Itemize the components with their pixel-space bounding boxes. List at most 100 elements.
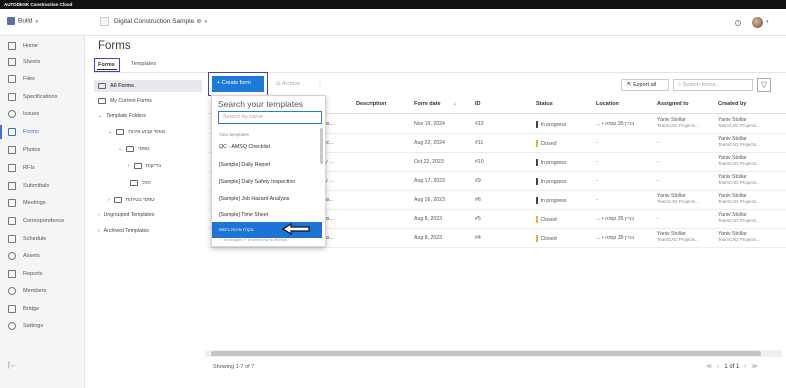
sidebar-item-label: Files — [23, 76, 35, 82]
column-header-form-date[interactable]: Form date ↓ — [414, 101, 456, 107]
archive-button[interactable]: ⊟ Archive — [276, 81, 300, 87]
column-header-id[interactable]: ID — [475, 101, 481, 107]
template-search-input[interactable]: Search by name — [218, 111, 322, 124]
tree-folder[interactable]: ⌄ טפסי קבוע איכות — [108, 129, 165, 135]
tree-folder[interactable]: › טפסי בטיחות — [108, 197, 155, 203]
scrollbar-thumb[interactable] — [211, 351, 761, 356]
form-id-cell: #10 — [475, 159, 484, 165]
creator-company: TeamCAD Projects... — [718, 142, 760, 147]
column-header-status[interactable]: Status — [536, 101, 553, 107]
status-indicator — [536, 197, 538, 204]
created-by-cell: Yaniv Stollar TeamCAD Projects... — [718, 193, 760, 205]
sidebar-item-issues[interactable]: Issues — [0, 105, 85, 123]
tree-template-folders[interactable]: ⌄ Template Folders — [98, 113, 146, 119]
module-label: Build — [18, 17, 33, 25]
sidebar-item-submittals[interactable]: Submittals — [0, 177, 85, 195]
sidebar-item-specifications[interactable]: Specifications — [0, 88, 85, 106]
status-cell: Closed — [536, 216, 557, 223]
chevron-right-icon: › — [108, 197, 110, 203]
avatar[interactable] — [752, 17, 763, 28]
tree-folder[interactable]: › בדיקות — [128, 163, 161, 169]
status-text: In progress — [540, 121, 567, 128]
folder-icon — [130, 180, 138, 186]
tree-archived[interactable]: › Archived Templates — [98, 228, 149, 234]
home-icon — [8, 42, 16, 50]
tree-folder[interactable]: הכל — [130, 180, 151, 186]
dropdown-scrollbar[interactable] — [320, 128, 323, 164]
sidebar-item-schedule[interactable]: Schedule — [0, 230, 85, 248]
creator-company: TeamCAD Projects... — [718, 123, 760, 128]
sidebar-item-files[interactable]: Files — [0, 70, 85, 88]
search-forms-input[interactable]: ⌕ Search forms... — [673, 79, 753, 91]
form-id-cell: #9 — [475, 178, 481, 184]
sidebar-item-label: Photos — [23, 147, 41, 153]
sidebar-item-label: Issues — [23, 111, 40, 117]
next-page-button[interactable]: › — [744, 364, 746, 370]
help-icon[interactable]: ? — [735, 20, 741, 26]
sidebar-item-settings[interactable]: Settings — [0, 317, 85, 335]
tree-folder[interactable]: ⌄ טפסי — [118, 146, 150, 152]
sidebar-item-bridge[interactable]: Bridge — [0, 300, 85, 318]
sidebar-item-photos[interactable]: Photos — [0, 141, 85, 159]
export-all-button[interactable]: ⇱ Export all — [621, 79, 669, 91]
created-by-cell: Yaniv Stollar TeamCAD Projects... — [718, 117, 760, 129]
template-option[interactable]: QC - AMSQ Checklist — [212, 139, 322, 155]
form-date-cell: Nov 19, 2024 — [414, 121, 445, 127]
collapse-sidebar-icon[interactable]: |← — [8, 362, 17, 369]
column-header-assigned-to[interactable]: Assigned to — [657, 101, 688, 107]
sidebar-item-reports[interactable]: Reports — [0, 265, 85, 283]
tree-my-forms[interactable]: My Current Forms — [98, 98, 152, 104]
tabs-divider — [94, 72, 786, 73]
module-switcher[interactable]: Build ▾ — [7, 17, 38, 25]
create-form-button[interactable]: + Create form — [212, 76, 264, 92]
template-option[interactable]: [Sample] Job Hazard Analysis — [212, 191, 322, 207]
location-cell: ... • בניין 35 קומה — [596, 121, 635, 127]
column-header-description[interactable]: Description — [356, 101, 386, 107]
assignee-name: - — [657, 216, 659, 222]
globe-icon: ⊕ — [196, 18, 202, 26]
chevron-down-icon: ⌄ — [108, 129, 113, 135]
tree-all-forms[interactable]: All Forms — [94, 80, 202, 92]
tab-templates[interactable]: Templates — [128, 58, 159, 72]
sidebar-item-label: Bridge — [23, 306, 40, 312]
form-date-cell: Aug 8, 2023 — [414, 235, 442, 241]
assignee-name: - — [657, 140, 659, 146]
first-page-button[interactable]: ≪ — [706, 364, 712, 370]
archive-label: Archive — [281, 81, 301, 87]
sidebar-item-correspondence[interactable]: Correspondence — [0, 212, 85, 230]
location-cell: - — [596, 140, 598, 146]
prev-page-button[interactable]: ‹ — [717, 364, 719, 370]
status-indicator — [536, 216, 538, 223]
last-page-button[interactable]: ≫ — [751, 364, 757, 370]
assigned-to-cell: Yaniv Stollar TeamCAD Projects... — [657, 117, 699, 129]
template-option[interactable]: [Sample] Daily Report — [212, 157, 322, 173]
sidebar-item-rfis[interactable]: RFIs — [0, 159, 85, 177]
filter-icon[interactable]: ▽ — [757, 78, 771, 92]
tree-label: טפסי קבוע איכות — [128, 129, 166, 135]
creator-company: TeamCAD Projects... — [718, 237, 760, 242]
sidebar-item-label: Correspondence — [23, 218, 65, 224]
template-option[interactable]: [Sample] Daily Safety Inspection — [212, 174, 322, 190]
status-cell: In progress — [536, 178, 566, 185]
sidebar-item-members[interactable]: Members — [0, 282, 85, 300]
sidebar-item-label: Members — [23, 288, 47, 294]
assets-icon — [8, 252, 16, 260]
sidebar-item-assets[interactable]: Assets — [0, 247, 85, 265]
more-menu-icon[interactable]: ⋮ — [317, 80, 323, 87]
form-date-cell: Aug 16, 2023 — [414, 197, 445, 203]
sidebar-item-meetings[interactable]: Meetings — [0, 194, 85, 212]
column-header-location[interactable]: Location — [596, 101, 619, 107]
sidebar-item-forms[interactable]: Forms — [0, 123, 85, 141]
template-option[interactable]: [Sample] Time Sheet — [212, 207, 322, 223]
column-header-created-by[interactable]: Created by — [718, 101, 746, 107]
sidebar-item-label: Sheets — [23, 59, 41, 65]
chevron-down-icon[interactable]: ▾ — [766, 19, 769, 25]
results-count: Showing 1-7 of 7 — [213, 364, 255, 370]
tab-forms[interactable]: Forms — [94, 58, 120, 72]
tree-ungrouped[interactable]: › Ungrouped Templates — [98, 212, 154, 218]
project-switcher[interactable]: Digital Construction Sample ⊕ ▾ — [100, 17, 207, 26]
assigned-to-cell: - — [657, 140, 659, 146]
chevron-right-icon: › — [98, 212, 100, 218]
column-header-label: Form date — [414, 101, 441, 107]
sidebar-item-sheets[interactable]: Sheets — [0, 53, 85, 71]
